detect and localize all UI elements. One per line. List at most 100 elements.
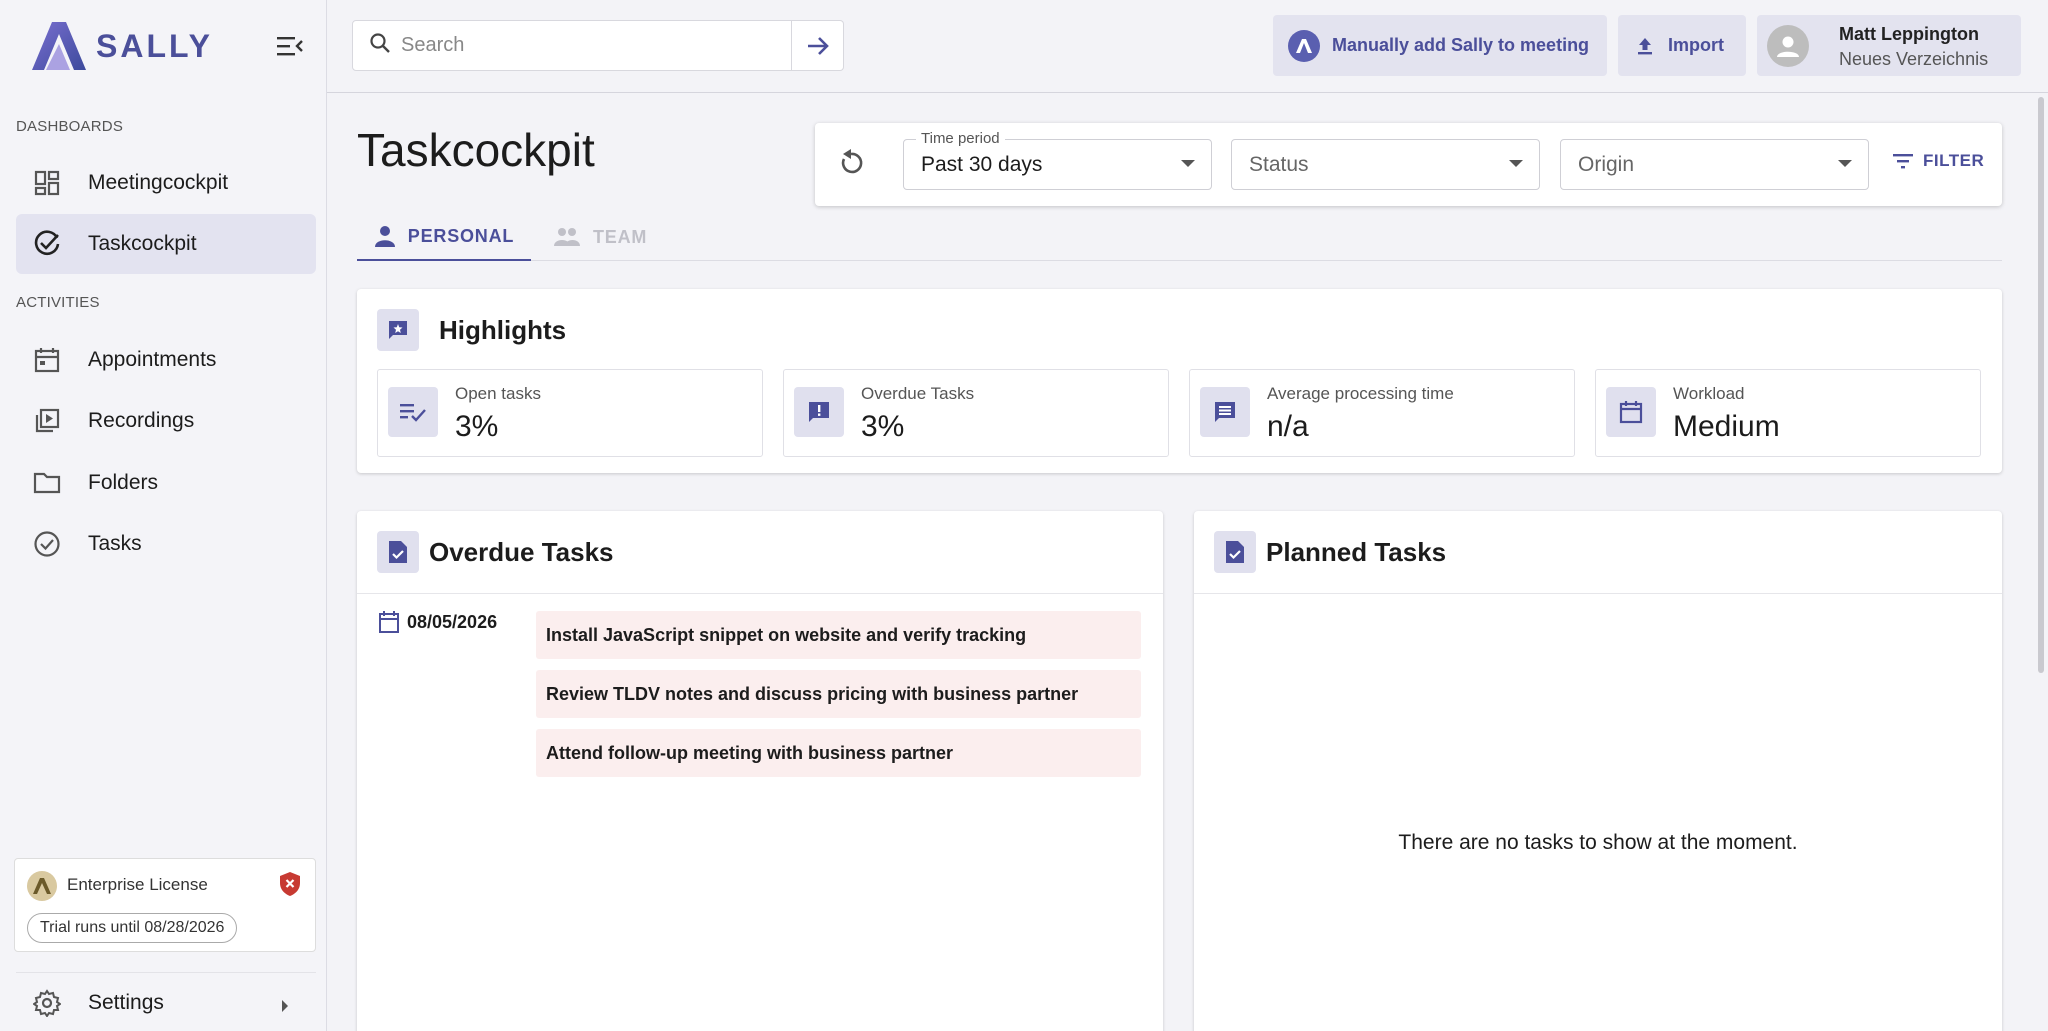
gear-icon <box>32 988 62 1018</box>
refresh-icon <box>841 149 863 174</box>
scrollbar-thumb[interactable] <box>2038 97 2044 673</box>
sally-logo-icon <box>1288 29 1320 62</box>
menu-open-icon <box>277 37 303 56</box>
search-icon <box>369 32 391 59</box>
sidebar-item-recordings[interactable]: Recordings <box>16 391 316 451</box>
filter-bar: Time period Past 30 days Status Origin F… <box>815 123 2002 206</box>
avatar <box>1767 25 1809 67</box>
time-period-value: Past 30 days <box>921 152 1043 176</box>
stat-open-tasks: Open tasks 3% <box>377 369 763 457</box>
sidebar-item-tasks[interactable]: Tasks <box>16 514 316 574</box>
chevron-right-icon <box>280 995 290 1019</box>
page-scrollbar[interactable] <box>2034 93 2048 1031</box>
section-label-dashboards: DASHBOARDS <box>16 118 124 135</box>
stat-value: n/a <box>1267 410 1309 443</box>
search-input[interactable] <box>401 34 761 57</box>
sidebar-item-meetingcockpit[interactable]: Meetingcockpit <box>16 153 316 213</box>
sidebar-item-label: Meetingcockpit <box>88 171 229 194</box>
person-icon <box>374 225 396 247</box>
filter-icon <box>1893 154 1913 169</box>
stat-label: Overdue Tasks <box>861 384 975 403</box>
sidebar-item-label: Tasks <box>88 532 142 555</box>
feedback-icon <box>794 387 844 437</box>
tabs: PERSONAL TEAM <box>357 213 2002 261</box>
sally-logo[interactable]: SALLY <box>30 18 213 74</box>
origin-select[interactable]: Origin <box>1560 139 1869 190</box>
logo-text: SALLY <box>96 27 213 64</box>
status-select[interactable]: Status <box>1231 139 1540 190</box>
filter-label: FILTER <box>1923 151 1985 170</box>
calendar-icon <box>1606 387 1656 437</box>
license-card: Enterprise License Trial runs until 08/2… <box>14 858 316 952</box>
import-button[interactable]: Import <box>1618 15 1746 76</box>
time-period-select[interactable]: Time period Past 30 days <box>903 130 1212 190</box>
task-date: 08/05/2026 <box>379 611 497 633</box>
sidebar-item-label: Folders <box>88 471 159 494</box>
stat-label: Average processing time <box>1267 384 1454 403</box>
collapse-menu-button[interactable] <box>272 30 308 62</box>
task-item[interactable]: Review TLDV notes and discuss pricing wi… <box>536 670 1141 718</box>
arrow-right-icon <box>807 36 829 55</box>
calendar-icon <box>32 345 62 375</box>
add-sally-to-meeting-button[interactable]: Manually add Sally to meeting <box>1273 15 1607 76</box>
reset-filters-button[interactable] <box>837 147 867 184</box>
person-icon <box>1777 36 1799 57</box>
overdue-tasks-card: Overdue Tasks 08/05/2026 Install JavaScr… <box>357 511 1163 1031</box>
page-title: Taskcockpit <box>357 124 595 176</box>
origin-placeholder: Origin <box>1578 152 1635 176</box>
planned-tasks-title: Planned Tasks <box>1266 537 1447 567</box>
settings-label: Settings <box>88 990 164 1014</box>
sidebar-item-label: Taskcockpit <box>88 232 197 255</box>
task-item[interactable]: Install JavaScript snippet on website an… <box>536 611 1141 659</box>
stat-average-processing-time: Average processing time n/a <box>1189 369 1575 457</box>
upload-icon <box>1636 36 1654 56</box>
task-item[interactable]: Attend follow-up meeting with business p… <box>536 729 1141 777</box>
section-label-activities: ACTIVITIES <box>16 294 100 311</box>
sidebar-item-taskcockpit[interactable]: Taskcockpit <box>16 214 316 274</box>
highlights-card: Highlights Open tasks 3% Overdue Tasks 3… <box>357 289 2002 473</box>
import-label: Import <box>1668 35 1724 55</box>
sally-logo-icon <box>32 22 86 70</box>
stat-workload: Workload Medium <box>1595 369 1981 457</box>
sidebar: SALLY DASHBOARDS Meetingcockpit Taskcock… <box>0 0 327 1031</box>
video-library-icon <box>32 406 62 436</box>
add-sally-label: Manually add Sally to meeting <box>1332 35 1590 55</box>
caret-down-icon <box>1181 160 1195 167</box>
license-logo-icon <box>27 871 57 901</box>
stat-overdue-tasks: Overdue Tasks 3% <box>783 369 1169 457</box>
overdue-tasks-title: Overdue Tasks <box>429 537 614 567</box>
task-text: Install JavaScript snippet on website an… <box>546 624 1027 645</box>
topbar: Manually add Sally to meeting Import Mat… <box>327 0 2048 93</box>
sidebar-item-settings[interactable]: Settings <box>16 972 316 1031</box>
search-submit-button[interactable] <box>792 20 844 71</box>
trial-chip: Trial runs until 08/28/2026 <box>27 913 238 943</box>
time-period-label: Time period <box>916 130 1005 147</box>
license-title: Enterprise License <box>67 875 208 894</box>
caret-down-icon <box>1838 160 1852 167</box>
highlight-icon <box>377 309 419 351</box>
calendar-icon <box>379 611 399 633</box>
playlist-check-icon <box>388 387 438 437</box>
dashboard-icon <box>32 168 62 198</box>
task-text: Attend follow-up meeting with business p… <box>546 742 954 763</box>
status-placeholder: Status <box>1249 152 1309 176</box>
stat-label: Open tasks <box>455 384 541 403</box>
group-icon <box>553 227 581 247</box>
user-menu-button[interactable]: Matt Leppington Neues Verzeichnis <box>1757 15 2021 76</box>
user-name: Matt Leppington <box>1839 24 1979 44</box>
sidebar-item-folders[interactable]: Folders <box>16 453 316 513</box>
empty-state-message: There are no tasks to show at the moment… <box>1398 831 1798 854</box>
task-date-label: 08/05/2026 <box>407 611 498 632</box>
highlights-title: Highlights <box>439 315 567 345</box>
task-text: Review TLDV notes and discuss pricing wi… <box>546 683 1079 704</box>
main-content: Taskcockpit Time period Past 30 days Sta… <box>327 93 2027 1031</box>
tab-team[interactable]: TEAM <box>553 213 653 261</box>
filter-button[interactable]: FILTER <box>1893 151 1984 171</box>
stat-value: 3% <box>861 410 905 443</box>
sidebar-item-appointments[interactable]: Appointments <box>16 330 316 390</box>
search-box[interactable] <box>352 20 792 71</box>
comment-icon <box>1200 387 1250 437</box>
planned-tasks-card: Planned Tasks There are no tasks to show… <box>1194 511 2002 1031</box>
tab-personal[interactable]: PERSONAL <box>357 213 531 261</box>
shield-error-icon <box>279 871 301 902</box>
